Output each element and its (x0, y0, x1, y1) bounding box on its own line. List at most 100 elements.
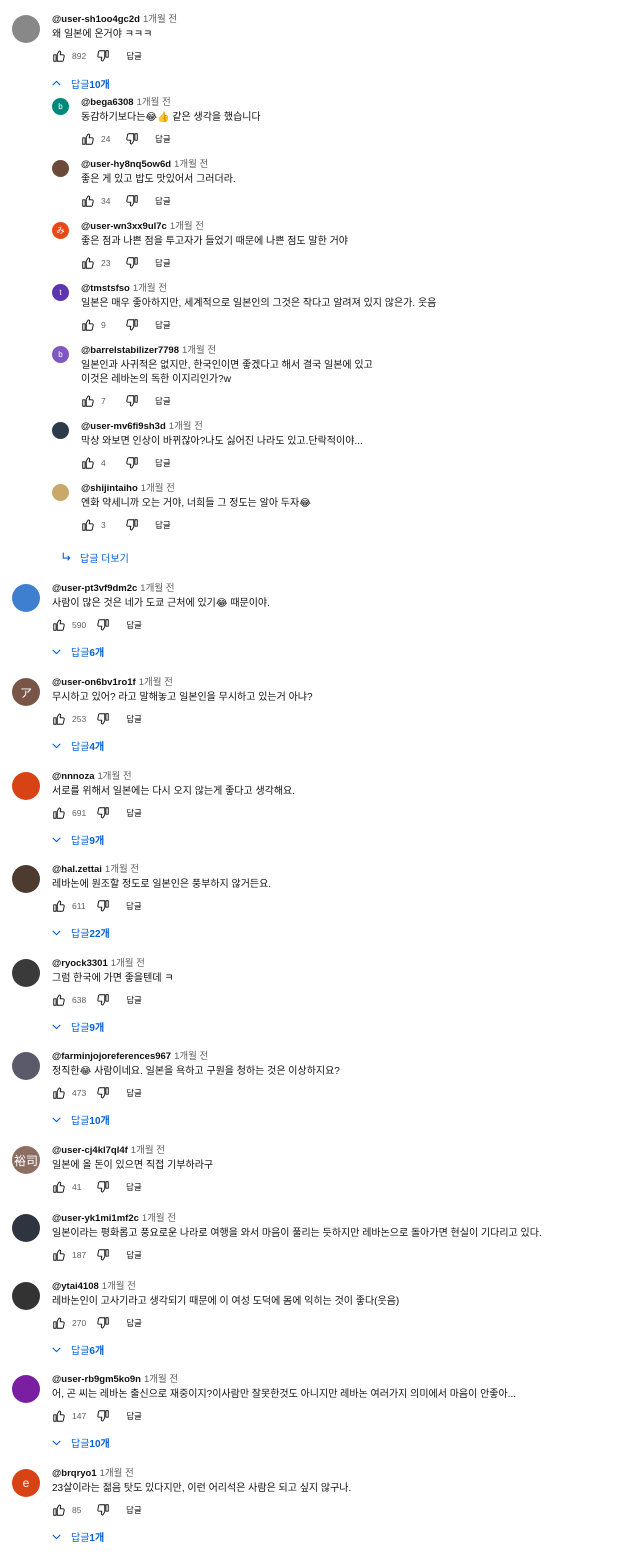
reply-button[interactable]: 답글 (155, 519, 171, 531)
avatar[interactable] (12, 1375, 40, 1403)
author-name[interactable]: @user-hy8nq5ow6d (81, 159, 171, 170)
show-replies-toggle[interactable]: 답글 6개 (50, 644, 104, 659)
like-button[interactable] (52, 712, 66, 726)
show-replies-toggle[interactable]: 답글 10개 (50, 1112, 110, 1127)
dislike-button[interactable] (96, 1316, 110, 1330)
author-name[interactable]: @user-wn3xx9ul7c (81, 221, 167, 232)
dislike-button[interactable] (125, 132, 139, 146)
reply-button[interactable]: 답글 (155, 395, 171, 407)
dislike-button[interactable] (125, 318, 139, 332)
reply-button[interactable]: 답글 (126, 994, 142, 1006)
author-name[interactable]: @barrelstabilizer7798 (81, 345, 179, 356)
like-button[interactable] (81, 456, 95, 470)
like-button[interactable] (81, 394, 95, 408)
timestamp[interactable]: 1개월 전 (102, 1281, 136, 1292)
reply-button[interactable]: 답글 (126, 713, 142, 725)
dislike-button[interactable] (96, 993, 110, 1007)
timestamp[interactable]: 1개월 전 (144, 1374, 178, 1385)
author-name[interactable]: @tmstsfso (81, 283, 130, 294)
reply-button[interactable]: 답글 (126, 1504, 142, 1516)
reply-button[interactable]: 답글 (126, 807, 142, 819)
dislike-button[interactable] (125, 394, 139, 408)
timestamp[interactable]: 1개월 전 (143, 14, 177, 25)
dislike-button[interactable] (125, 456, 139, 470)
avatar[interactable]: b (52, 346, 69, 363)
dislike-button[interactable] (96, 712, 110, 726)
show-replies-toggle[interactable]: 답글 10개 (50, 1435, 110, 1450)
avatar[interactable] (12, 15, 40, 43)
timestamp[interactable]: 1개월 전 (105, 864, 139, 875)
dislike-button[interactable] (96, 1248, 110, 1262)
like-button[interactable] (52, 1316, 66, 1330)
like-button[interactable] (52, 1248, 66, 1262)
reply-button[interactable]: 답글 (155, 195, 171, 207)
more-replies-button[interactable]: 답글 더보기 (60, 550, 129, 565)
like-button[interactable] (52, 899, 66, 913)
timestamp[interactable]: 1개월 전 (174, 1051, 208, 1062)
show-replies-toggle[interactable]: 답글 6개 (50, 1342, 104, 1357)
like-button[interactable] (81, 318, 95, 332)
reply-button[interactable]: 답글 (126, 900, 142, 912)
author-name[interactable]: @user-mv6fi9sh3d (81, 421, 166, 432)
timestamp[interactable]: 1개월 전 (133, 283, 167, 294)
dislike-button[interactable] (96, 49, 110, 63)
avatar[interactable]: t (52, 284, 69, 301)
reply-button[interactable]: 답글 (126, 619, 142, 631)
timestamp[interactable]: 1개월 전 (141, 483, 175, 494)
like-button[interactable] (52, 993, 66, 1007)
reply-button[interactable]: 답글 (126, 1410, 142, 1422)
dislike-button[interactable] (96, 1180, 110, 1194)
author-name[interactable]: @user-on6bv1ro1f (52, 677, 136, 688)
reply-button[interactable]: 답글 (126, 1317, 142, 1329)
dislike-button[interactable] (96, 1409, 110, 1423)
author-name[interactable]: @user-yk1mi1mf2c (52, 1213, 139, 1224)
avatar[interactable]: b (52, 98, 69, 115)
like-button[interactable] (52, 1503, 66, 1517)
timestamp[interactable]: 1개월 전 (174, 159, 208, 170)
author-name[interactable]: @bega6308 (81, 97, 134, 108)
dislike-button[interactable] (125, 256, 139, 270)
author-name[interactable]: @user-rb9gm5ko9n (52, 1374, 141, 1385)
author-name[interactable]: @user-sh1oo4gc2d (52, 14, 140, 25)
avatar[interactable] (12, 772, 40, 800)
avatar[interactable] (52, 422, 69, 439)
author-name[interactable]: @hal.zettai (52, 864, 102, 875)
author-name[interactable]: @nnnoza (52, 771, 95, 782)
reply-button[interactable]: 답글 (126, 1181, 142, 1193)
like-button[interactable] (81, 518, 95, 532)
author-name[interactable]: @ytai4108 (52, 1281, 99, 1292)
timestamp[interactable]: 1개월 전 (170, 221, 204, 232)
like-button[interactable] (52, 1180, 66, 1194)
avatar[interactable]: み (52, 222, 69, 239)
timestamp[interactable]: 1개월 전 (131, 1145, 165, 1156)
dislike-button[interactable] (125, 194, 139, 208)
reply-button[interactable]: 답글 (126, 1249, 142, 1261)
like-button[interactable] (52, 1086, 66, 1100)
hide-replies-toggle[interactable]: 답글 10개 (50, 76, 110, 91)
show-replies-toggle[interactable]: 답글 9개 (50, 832, 104, 847)
like-button[interactable] (81, 132, 95, 146)
timestamp[interactable]: 1개월 전 (139, 677, 173, 688)
like-button[interactable] (52, 1409, 66, 1423)
like-button[interactable] (52, 618, 66, 632)
author-name[interactable]: @ryock3301 (52, 958, 108, 969)
avatar[interactable] (52, 160, 69, 177)
like-button[interactable] (52, 49, 66, 63)
avatar[interactable]: ア (12, 678, 40, 706)
avatar[interactable] (12, 1282, 40, 1310)
reply-button[interactable]: 답글 (155, 457, 171, 469)
like-button[interactable] (52, 806, 66, 820)
avatar[interactable] (12, 1214, 40, 1242)
avatar[interactable]: 裕司 (12, 1146, 40, 1174)
reply-button[interactable]: 답글 (155, 319, 171, 331)
avatar[interactable] (12, 1052, 40, 1080)
like-button[interactable] (81, 256, 95, 270)
dislike-button[interactable] (96, 1086, 110, 1100)
show-replies-toggle[interactable]: 답글 4개 (50, 738, 104, 753)
show-replies-toggle[interactable]: 답글 22개 (50, 925, 110, 940)
like-button[interactable] (81, 194, 95, 208)
timestamp[interactable]: 1개월 전 (140, 583, 174, 594)
timestamp[interactable]: 1개월 전 (100, 1468, 134, 1479)
author-name[interactable]: @farminjojoreferences967 (52, 1051, 171, 1062)
dislike-button[interactable] (125, 518, 139, 532)
